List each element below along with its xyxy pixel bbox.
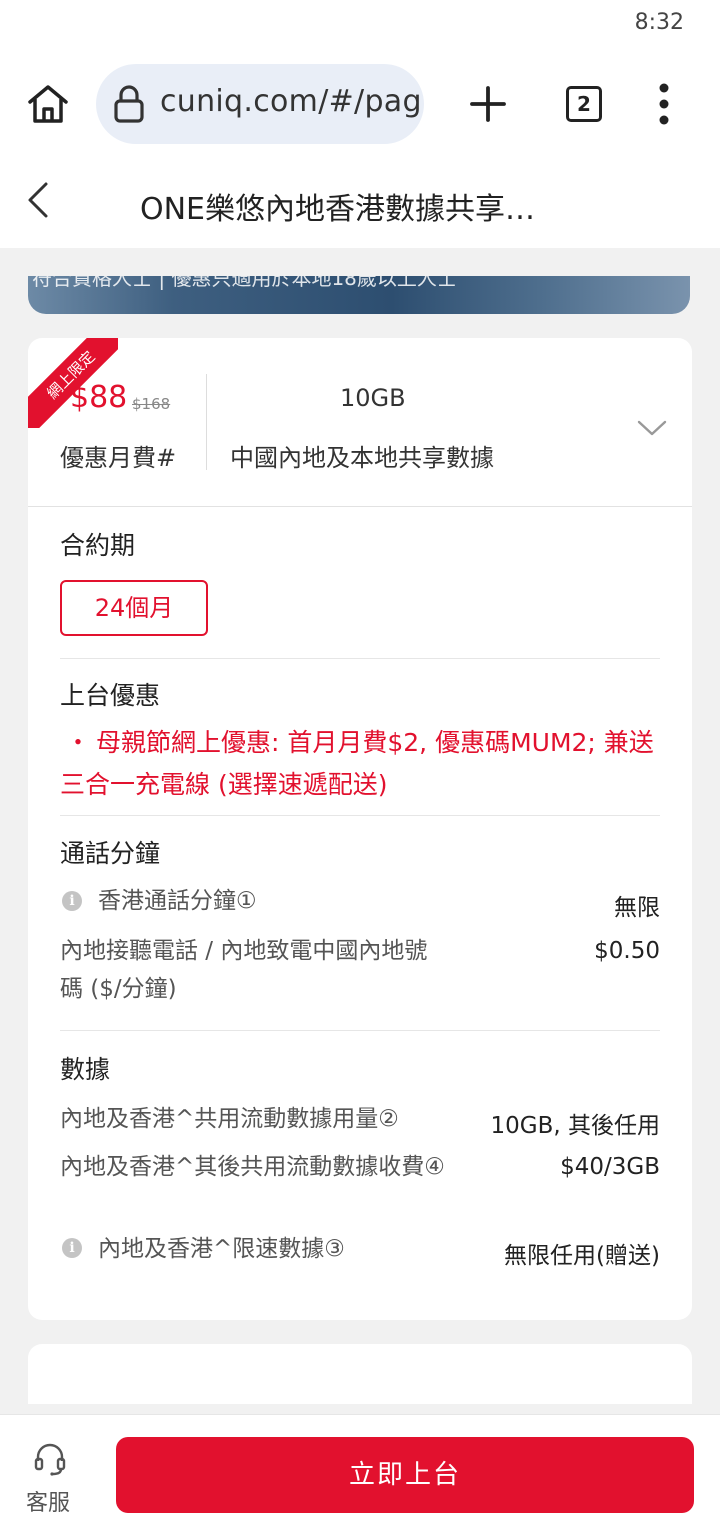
- banner-text: 符合資格人士 | 優惠只適用於本地18歲以上人士: [32, 276, 457, 290]
- hk-call-minutes-value: 無限: [614, 895, 660, 921]
- plan-price: $88: [70, 380, 128, 415]
- status-bar: 8:32: [0, 0, 720, 50]
- shared-data-usage-value: 10GB, 其後任用: [490, 1113, 661, 1139]
- more-vert-icon[interactable]: [650, 80, 678, 128]
- plus-icon: [470, 86, 506, 122]
- throttled-data-label: 內地及香港^限速數據③: [98, 1236, 345, 1262]
- info-icon[interactable]: i: [62, 891, 82, 911]
- divider: [60, 1030, 660, 1031]
- divider: [206, 374, 207, 470]
- price-label: 優惠月費#: [60, 444, 177, 472]
- lock-icon: [112, 84, 146, 124]
- url-bar[interactable]: cuniq.com/#/pag: [96, 64, 424, 144]
- plan-data-amount: 10GB: [340, 384, 406, 412]
- plan-card: 網上限定 $88 $168 優惠月費# 10GB 中國內地及本地共享數據 合約期…: [28, 338, 692, 1320]
- browser-toolbar: cuniq.com/#/pag 2: [0, 50, 720, 158]
- headset-icon[interactable]: [32, 1441, 68, 1477]
- back-arrow-icon[interactable]: [24, 180, 54, 220]
- contract-period-label: 合約期: [60, 531, 136, 560]
- shared-data-usage-label: 內地及香港^共用流動數據用量②: [60, 1106, 399, 1132]
- data-section-label: 數據: [60, 1055, 111, 1084]
- promo-text-block: ・母親節網上優惠: 首月月費$2, 優惠碼MUM2; 兼送三合一充電線 (選擇速…: [60, 722, 670, 806]
- extra-data-charge-label: 內地及香港^其後共用流動數據收費④: [60, 1154, 445, 1180]
- subscribe-now-button[interactable]: 立即上台: [116, 1437, 694, 1513]
- new-tab-button[interactable]: [466, 82, 510, 126]
- page-title: ONE樂悠內地香港數據共享…: [140, 192, 536, 227]
- divider: [60, 815, 660, 816]
- url-text: cuniq.com/#/pag: [160, 84, 422, 119]
- divider: [28, 506, 692, 507]
- extra-data-charge-value: $40/3GB: [560, 1154, 660, 1180]
- contract-option-24-months[interactable]: 24個月: [60, 580, 208, 636]
- promo-text: 母親節網上優惠: 首月月費$2, 優惠碼MUM2; 兼送三合一充電線 (選擇速遞…: [60, 728, 654, 799]
- status-time: 8:32: [634, 10, 684, 35]
- mainland-call-rate-label: 內地接聽電話 / 內地致電中國內地號碼 ($/分鐘): [60, 938, 428, 1002]
- plan-data-description: 中國內地及本地共享數據: [230, 444, 494, 472]
- home-icon[interactable]: [24, 80, 72, 128]
- mainland-call-rate-value: $0.50: [594, 938, 660, 964]
- chevron-down-icon[interactable]: [636, 418, 668, 438]
- offers-label: 上台優惠: [60, 681, 161, 710]
- plan-original-price: $168: [132, 395, 171, 413]
- bottom-action-bar: 客服 立即上台: [0, 1414, 720, 1536]
- page-header: ONE樂悠內地香港數據共享…: [0, 158, 720, 248]
- info-icon[interactable]: i: [62, 1238, 82, 1258]
- throttled-data-value: 無限任用(贈送): [504, 1243, 660, 1269]
- divider: [60, 658, 660, 659]
- promo-bullet: ・: [65, 728, 91, 757]
- promo-banner[interactable]: 符合資格人士 | 優惠只適用於本地18歲以上人士: [28, 276, 690, 314]
- next-card: [28, 1344, 692, 1404]
- hk-call-minutes-label: 香港通話分鐘①: [98, 888, 257, 914]
- tabs-icon[interactable]: 2: [566, 86, 602, 122]
- customer-service-label[interactable]: 客服: [26, 1485, 70, 1517]
- call-minutes-label: 通話分鐘: [60, 839, 161, 868]
